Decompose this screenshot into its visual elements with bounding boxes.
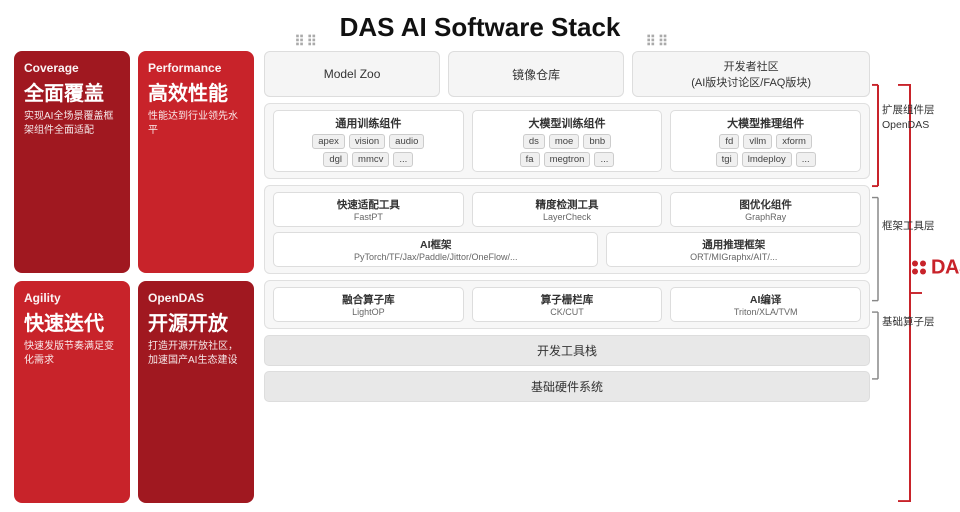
fastpt-box: 快速适配工具 FastPT bbox=[273, 192, 464, 227]
das-logo: DAS bbox=[912, 256, 960, 279]
fusion-lib-sub: LightOP bbox=[282, 307, 455, 317]
tag-ds: ds bbox=[523, 134, 545, 149]
ai-framework-box: AI框架 PyTorch/TF/Jax/Paddle/Jittor/OneFlo… bbox=[273, 232, 598, 267]
coverage-desc: 实现AI全场景覆盖框架组件全面适配 bbox=[24, 110, 120, 138]
graphray-sub: GraphRay bbox=[679, 212, 852, 222]
framework-section: 快速适配工具 FastPT 精度检测工具 LayerCheck 图优化组件 Gr… bbox=[264, 185, 870, 274]
tag-ellipsis-0: ... bbox=[393, 152, 413, 167]
dev-toolchain-bar: 开发工具栈 bbox=[264, 335, 870, 366]
page-container: DAS AI Software Stack Coverage 全面覆盖 实现AI… bbox=[0, 0, 960, 512]
performance-desc: 性能达到行业领先水平 bbox=[148, 110, 244, 138]
large-train-title: 大模型训练组件 bbox=[479, 115, 656, 131]
layercheck-box: 精度检测工具 LayerCheck bbox=[472, 192, 663, 227]
tag-ellipsis-1: ... bbox=[594, 152, 614, 167]
base-hardware-bar: 基础硬件系统 bbox=[264, 371, 870, 402]
mirror-repo-box: 镜像仓库 bbox=[448, 51, 624, 97]
expand-section: 通用训练组件 apex vision audio dgl mmcv ... bbox=[264, 103, 870, 179]
tag-vllm: vllm bbox=[743, 134, 772, 149]
top-row: Model Zoo 镜像仓库 开发者社区(AI版块讨论区/FAQ版块) bbox=[264, 51, 870, 97]
annotation-column: 扩展组件层OpenDAS 框架工具层 基础算子层 bbox=[870, 51, 946, 503]
tag-dgl: dgl bbox=[323, 152, 348, 167]
ai-compile-sub: Triton/XLA/TVM bbox=[679, 307, 852, 317]
base-layer-label: 基础算子层 bbox=[882, 315, 935, 330]
op-lib-sub: CK/CUT bbox=[481, 307, 654, 317]
tag-bnb: bnb bbox=[583, 134, 611, 149]
agility-title: 快速迭代 bbox=[24, 307, 120, 336]
infer-framework-title: 通用推理框架 bbox=[615, 237, 852, 252]
ai-compile-box: AI编译 Triton/XLA/TVM bbox=[670, 287, 861, 322]
large-train-group: 大模型训练组件 ds moe bnb fa megtron ... bbox=[472, 110, 663, 172]
tag-fd: fd bbox=[719, 134, 739, 149]
opendas-label: OpenDAS bbox=[148, 291, 244, 305]
performance-card: Performance 高效性能 性能达到行业领先水平 bbox=[138, 51, 254, 273]
tag-mmcv: mmcv bbox=[352, 152, 389, 167]
coverage-title: 全面覆盖 bbox=[24, 77, 120, 106]
large-infer-title: 大模型推理组件 bbox=[677, 115, 854, 131]
das-logo-text: DAS bbox=[931, 256, 960, 279]
tag-megtron: megtron bbox=[544, 152, 591, 167]
tag-audio: audio bbox=[389, 134, 424, 149]
op-lib-title: 算子栅栏库 bbox=[481, 292, 654, 307]
graphray-box: 图优化组件 GraphRay bbox=[670, 192, 861, 227]
fusion-lib-box: 融合算子库 LightOP bbox=[273, 287, 464, 322]
tag-apex: apex bbox=[312, 134, 345, 149]
general-train-title: 通用训练组件 bbox=[280, 115, 457, 131]
right-content: Model Zoo 镜像仓库 开发者社区(AI版块讨论区/FAQ版块) bbox=[264, 51, 870, 503]
fastpt-sub: FastPT bbox=[282, 212, 455, 222]
fastpt-title: 快速适配工具 bbox=[282, 197, 455, 212]
fusion-lib-title: 融合算子库 bbox=[282, 292, 455, 307]
tag-fa: fa bbox=[520, 152, 540, 167]
tag-lmdeploy: lmdeploy bbox=[742, 152, 792, 167]
tag-vision: vision bbox=[349, 134, 385, 149]
left-panel: Coverage 全面覆盖 实现AI全场景覆盖框架组件全面适配 Performa… bbox=[14, 51, 254, 503]
general-train-group: 通用训练组件 apex vision audio dgl mmcv ... bbox=[273, 110, 464, 172]
dot-grid-left bbox=[294, 22, 314, 36]
tag-ellipsis-2: ... bbox=[796, 152, 816, 167]
layercheck-sub: LayerCheck bbox=[481, 212, 654, 222]
ai-framework-title: AI框架 bbox=[282, 237, 589, 252]
performance-label: Performance bbox=[148, 61, 244, 75]
large-infer-group: 大模型推理组件 fd vllm xform tgi lmdeploy ... bbox=[670, 110, 861, 172]
graphray-title: 图优化组件 bbox=[679, 197, 852, 212]
coverage-card: Coverage 全面覆盖 实现AI全场景覆盖框架组件全面适配 bbox=[14, 51, 130, 273]
bottom-bars: 开发工具栈 基础硬件系统 bbox=[264, 335, 870, 402]
tag-xform: xform bbox=[776, 134, 812, 149]
opendas-desc: 打造开源开放社区，加速国产AI生态建设 bbox=[148, 340, 244, 368]
performance-title: 高效性能 bbox=[148, 77, 244, 106]
tag-moe: moe bbox=[549, 134, 579, 149]
agility-card: Agility 快速迭代 快速发版节奏满足变化需求 bbox=[14, 281, 130, 503]
opendas-title: 开源开放 bbox=[148, 307, 244, 336]
coverage-label: Coverage bbox=[24, 61, 120, 75]
model-zoo-box: Model Zoo bbox=[264, 51, 440, 97]
opendas-card: OpenDAS 开源开放 打造开源开放社区，加速国产AI生态建设 bbox=[138, 281, 254, 503]
page-title: DAS AI Software Stack bbox=[0, 0, 960, 51]
annotation-brace-svg bbox=[870, 83, 940, 503]
base-section: 融合算子库 LightOP 算子栅栏库 CK/CUT AI编译 Triton/X… bbox=[264, 280, 870, 329]
agility-desc: 快速发版节奏满足变化需求 bbox=[24, 340, 120, 368]
tag-tgi: tgi bbox=[716, 152, 738, 167]
ai-compile-title: AI编译 bbox=[679, 292, 852, 307]
ai-framework-sub: PyTorch/TF/Jax/Paddle/Jittor/OneFlow/... bbox=[282, 252, 589, 262]
expand-layer-label: 扩展组件层OpenDAS bbox=[882, 103, 935, 132]
infer-framework-sub: ORT/MIGraphx/AIT/... bbox=[615, 252, 852, 262]
layercheck-title: 精度检测工具 bbox=[481, 197, 654, 212]
agility-label: Agility bbox=[24, 291, 120, 305]
framework-layer-label: 框架工具层 bbox=[882, 219, 935, 234]
infer-framework-box: 通用推理框架 ORT/MIGraphx/AIT/... bbox=[606, 232, 861, 267]
op-lib-box: 算子栅栏库 CK/CUT bbox=[472, 287, 663, 322]
dev-community-box: 开发者社区(AI版块讨论区/FAQ版块) bbox=[632, 51, 870, 97]
dot-grid-right bbox=[646, 22, 666, 36]
